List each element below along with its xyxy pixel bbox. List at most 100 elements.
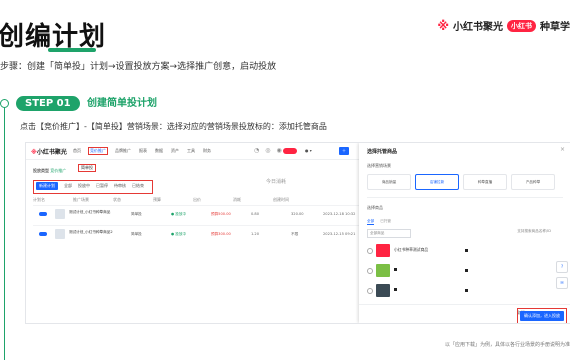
tab-review[interactable]: 待审核 (114, 183, 126, 189)
settings-icon[interactable]: ◉ (277, 147, 282, 154)
tab-ended[interactable]: 已结束 (132, 183, 144, 189)
plan-budget: 预算500.00 (211, 212, 231, 216)
plan-scene: 简单投 (131, 212, 142, 216)
tab-new-plan[interactable]: 新建计划 (36, 182, 58, 190)
plan-spend: 320.00 (291, 212, 304, 216)
panel-title: 选择托管商品 (367, 149, 398, 155)
section-label: 选择营销场景 (367, 163, 391, 168)
nav-item-brand[interactable]: 品牌推广 (115, 148, 131, 154)
plan-bid: 0.80 (251, 212, 260, 216)
col-header: 出价 (193, 197, 201, 202)
tab-paused[interactable]: 已暂停 (96, 183, 108, 189)
brand-name: 小红书聚光 (453, 22, 503, 33)
filter-row: 投放类型 竞价推广 (33, 168, 67, 173)
plan-status: ● 投放中 (171, 232, 187, 236)
star-icon: ※ (437, 18, 449, 33)
tab-managed[interactable]: 已托管 (380, 219, 391, 225)
product-item[interactable] (367, 284, 547, 298)
plan-tabs: 新建计划 全部 投放中 已暂停 待审核 已结束 (33, 180, 153, 194)
step-instruction: 点击【竞价推广】-【简单投】营销场景：选择对应的营销场景投放标的：添加托管商品 (20, 122, 327, 131)
scene-option[interactable]: 种草直播 (463, 174, 507, 190)
product-image (376, 284, 390, 297)
product-item[interactable]: 小红书种草测试商品 (367, 244, 547, 258)
plan-spend: 不限 (291, 232, 299, 236)
panel-footer: 取消 确认添加，进入投放 (359, 304, 570, 323)
confirm-highlight: 确认添加，进入投放 (517, 308, 567, 323)
table-header: 计划名 推广场景 状态 预算 出价 消耗 创建时间 (33, 197, 363, 203)
confirm-button[interactable]: 确认添加，进入投放 (520, 311, 564, 321)
panel-divider (367, 197, 563, 198)
plan-bid: 1.20 (251, 232, 260, 236)
product-mark (394, 268, 397, 271)
tab-all-products[interactable]: 全部 (367, 219, 375, 225)
plan-scene: 简单投 (131, 232, 142, 236)
timeline-line (4, 106, 5, 360)
plan-time: 2023-12-15 09:21 (323, 232, 356, 236)
bell-icon[interactable]: ◔ (254, 147, 259, 154)
help-icon[interactable]: ? (556, 261, 568, 273)
brand-logo: ※ 小红书聚光 小红书 种草学 (437, 18, 570, 34)
product-filter-select[interactable]: 全部商品 (367, 229, 411, 238)
section-label: 选择商品 (367, 205, 383, 210)
app-logo: ※小红书聚光 (31, 149, 67, 156)
embedded-screenshot: ※小红书聚光 首页 竞价推广 品牌推广 报表 数据 资产 工具 财务 ◔ ◎ ◉… (25, 142, 570, 324)
promo-pill[interactable] (283, 148, 297, 154)
nav-item-tools[interactable]: 工具 (187, 148, 195, 154)
product-image (376, 264, 390, 277)
tab-bar-right: 今日消耗 (266, 179, 287, 185)
app-nav: 首页 竞价推广 品牌推广 报表 数据 资产 工具 财务 (73, 147, 211, 155)
toggle-switch[interactable] (39, 232, 47, 236)
scene-option[interactable]: 产品种草 (511, 174, 555, 190)
product-mark (465, 249, 468, 252)
brand-badge: 小红书 (507, 19, 536, 32)
nav-item-finance[interactable]: 财务 (203, 148, 211, 154)
product-name: 小红书种草测试商品 (394, 247, 429, 252)
thumbnail (55, 229, 65, 239)
new-plan-button[interactable]: ＋ (339, 147, 349, 155)
radio-button[interactable] (367, 288, 373, 294)
radio-button[interactable] (367, 248, 373, 254)
nav-item-data[interactable]: 数据 (155, 148, 163, 154)
thumbnail (55, 209, 65, 219)
tab-all[interactable]: 全部 (64, 183, 72, 189)
row-divider (33, 225, 363, 226)
radio-button[interactable] (367, 268, 373, 274)
plan-status: ● 投放中 (171, 212, 187, 216)
tab-running[interactable]: 投放中 (78, 183, 90, 189)
product-image (376, 244, 390, 257)
plan-budget: 预算300.00 (211, 232, 231, 236)
brand-tail: 种草学 (540, 22, 570, 33)
plan-time: 2023-12-18 10:32 (323, 212, 356, 216)
close-icon[interactable]: × (560, 146, 565, 153)
title-underline (48, 48, 96, 52)
plan-name[interactable]: 测试计划_小红书种草商品 (69, 210, 129, 215)
nav-item-assets[interactable]: 资产 (171, 148, 179, 154)
col-header: 预算 (153, 197, 161, 202)
scene-option[interactable]: 商品销量 (367, 174, 411, 190)
step-title: 创建简单投计划 (87, 98, 157, 109)
footnote: 以「应用下载」为例，具体以各行业场景的手册说明为准 (444, 342, 570, 348)
product-mark (394, 288, 397, 291)
select-product-panel: 选择托管商品 × 选择营销场景 商品销量 店铺拉新 种草直播 产品种草 选择商品… (359, 143, 570, 323)
product-mark (465, 269, 468, 272)
nav-item-bidding[interactable]: 竞价推广 (88, 147, 108, 155)
nav-item-home[interactable]: 首页 (73, 148, 81, 154)
table-row[interactable]: 测试计划_小红书种草商品 简单投 ● 投放中 预算500.00 0.80 320… (33, 209, 363, 222)
account-menu[interactable]: ● ▾ (305, 148, 312, 153)
scene-option-selected[interactable]: 店铺拉新 (415, 174, 459, 190)
product-tabs: 全部 已托管 (367, 219, 391, 225)
col-header: 创建时间 (273, 197, 289, 202)
product-search-input[interactable]: 支持搜索商品名称/ID (517, 229, 551, 234)
product-item[interactable] (367, 264, 547, 278)
row-divider (33, 205, 363, 206)
toggle-switch[interactable] (39, 212, 47, 216)
col-header: 推广场景 (73, 197, 89, 202)
help-icon[interactable]: ◎ (265, 147, 270, 154)
table-row[interactable]: 测试计划_小红书种草商品2 简单投 ● 投放中 预算300.00 1.20 不限… (33, 229, 363, 242)
chat-icon[interactable]: ✉ (556, 277, 568, 289)
col-header: 状态 (113, 197, 121, 202)
simple-plan-tip[interactable]: 简单投 (78, 164, 96, 172)
product-mark (465, 289, 468, 292)
nav-item-report[interactable]: 报表 (139, 148, 147, 154)
plan-name[interactable]: 测试计划_小红书种草商品2 (69, 230, 129, 235)
